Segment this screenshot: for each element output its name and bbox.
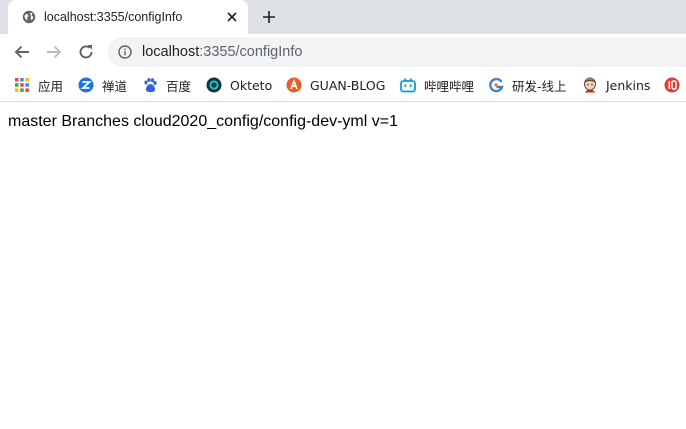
- apps-grid-icon: [15, 78, 29, 92]
- bookmark-label: 哔哩哔哩: [424, 78, 475, 94]
- page-body-text: master Branches cloud2020_config/config-…: [8, 113, 398, 130]
- globe-icon: [22, 10, 36, 24]
- url-path: :3355/configInfo: [199, 44, 303, 60]
- bookmark-label: Okteto: [230, 77, 273, 93]
- active-tab[interactable]: localhost:3355/configInfo: [8, 0, 248, 34]
- bookmark-zentao[interactable]: 禅道: [78, 76, 127, 94]
- forward-arrow-icon[interactable]: [44, 42, 64, 62]
- bookmark-label: 禅道: [102, 78, 128, 94]
- new-tab-icon[interactable]: [261, 9, 277, 25]
- bookmark-dev-online[interactable]: 研发-线上: [488, 76, 567, 94]
- bookmark-label: 百度: [166, 78, 192, 94]
- url-host: localhost: [142, 44, 200, 60]
- bilibili-icon: [400, 78, 416, 93]
- bookmark-label: Jenkins: [606, 77, 651, 93]
- dev-online-icon: [489, 77, 504, 93]
- bookmark-label: GUAN-BLOG: [310, 77, 386, 93]
- bookmarks-bar: 应用 禅道 百度 Okteto GUAN-BLOG 哔哩哔哩 研发-线上 Jen…: [0, 70, 686, 102]
- bookmark-baidu[interactable]: 百度: [142, 76, 191, 94]
- baidu-paw-icon: [144, 78, 157, 93]
- zentao-icon: [78, 77, 94, 93]
- bookmark-okteto[interactable]: Okteto: [206, 76, 272, 94]
- bookmark-label: 应用: [38, 78, 64, 94]
- app-icon: [664, 77, 680, 93]
- bookmark-bilibili[interactable]: 哔哩哔哩: [400, 76, 474, 94]
- bookmark-apps[interactable]: 应用: [14, 76, 63, 94]
- address-bar[interactable]: localhost:3355/configInfo: [108, 37, 686, 67]
- browser-toolbar: localhost:3355/configInfo: [0, 34, 686, 70]
- tab-strip: localhost:3355/configInfo: [0, 0, 686, 34]
- url-text[interactable]: localhost:3355/configInfo: [142, 44, 302, 60]
- tab-title: localhost:3355/configInfo: [44, 10, 183, 24]
- reload-icon[interactable]: [76, 42, 96, 62]
- info-icon[interactable]: [118, 45, 132, 59]
- bookmark-guan-blog[interactable]: GUAN-BLOG: [286, 76, 385, 94]
- back-arrow-icon[interactable]: [12, 42, 32, 62]
- okteto-icon: [206, 77, 222, 93]
- bookmark-app[interactable]: [664, 76, 680, 94]
- bookmark-label: 研发-线上: [512, 78, 567, 94]
- guan-blog-icon: [286, 77, 302, 93]
- bookmark-jenkins[interactable]: Jenkins: [582, 76, 650, 94]
- close-icon[interactable]: [224, 9, 240, 25]
- jenkins-icon: [584, 77, 596, 93]
